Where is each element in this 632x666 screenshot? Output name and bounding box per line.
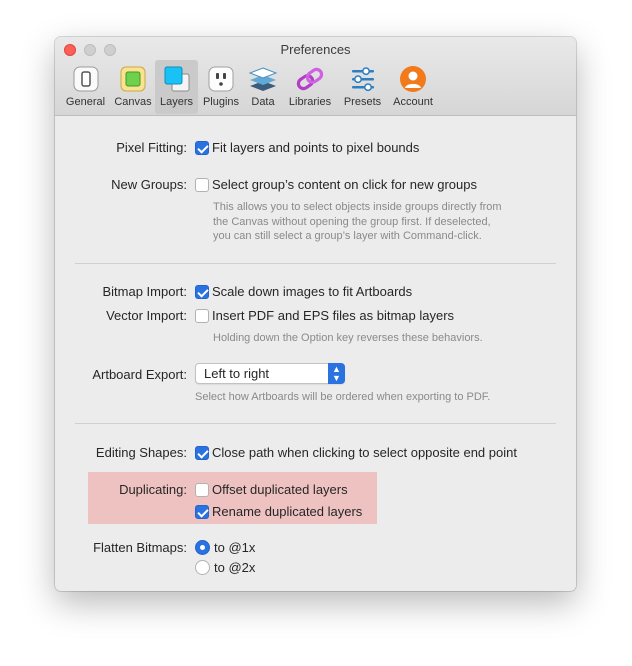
data-stack-icon xyxy=(248,64,278,94)
tab-layers[interactable]: Layers xyxy=(155,60,198,114)
tab-presets-label: Presets xyxy=(343,96,382,108)
pixel-fitting-label: Pixel Fitting: xyxy=(116,140,187,155)
new-groups-option[interactable]: Select group’s content on click for new … xyxy=(212,177,477,192)
tab-account-label: Account xyxy=(393,96,433,108)
flatten-2x-option[interactable]: to @2x xyxy=(214,560,255,575)
plug-icon xyxy=(206,64,236,94)
flatten-bitmaps-label: Flatten Bitmaps: xyxy=(93,540,187,555)
layers-preferences-pane: Pixel Fitting: Fit layers and points to … xyxy=(55,117,576,591)
new-groups-help-line-3: you can still select a group’s layer wit… xyxy=(213,230,482,242)
canvas-icon xyxy=(118,64,148,94)
section-divider xyxy=(75,263,556,264)
duplicating-label: Duplicating: xyxy=(119,482,187,497)
vector-import-help: Holding down the Option key reverses the… xyxy=(213,332,483,344)
window-title: Preferences xyxy=(280,42,351,57)
title-bar: Preferences General Canvas Layers Plugin… xyxy=(55,37,576,116)
tab-general-label: General xyxy=(65,96,106,108)
offset-duplicated-checkbox[interactable] xyxy=(195,483,209,497)
bitmap-import-label: Bitmap Import: xyxy=(102,284,187,299)
artboard-export-value: Left to right xyxy=(204,366,270,381)
editing-shapes-option[interactable]: Close path when clicking to select oppos… xyxy=(212,445,517,460)
preferences-window: Preferences General Canvas Layers Plugin… xyxy=(55,37,576,591)
flatten-1x-radio[interactable] xyxy=(195,540,210,555)
bitmap-import-option[interactable]: Scale down images to fit Artboards xyxy=(212,284,412,299)
tab-data-label: Data xyxy=(251,96,275,108)
preferences-toolbar: General Canvas Layers Plugins Data Libra… xyxy=(60,60,439,114)
vector-import-label: Vector Import: xyxy=(106,308,187,323)
new-groups-label: New Groups: xyxy=(111,177,187,192)
tab-libraries[interactable]: Libraries xyxy=(282,60,338,114)
artboard-export-popup[interactable]: Left to right ▲ ▼ xyxy=(195,363,345,384)
libraries-icon xyxy=(295,64,325,94)
vector-import-option[interactable]: Insert PDF and EPS files as bitmap layer… xyxy=(212,308,454,323)
editing-shapes-label: Editing Shapes: xyxy=(95,445,187,460)
tab-data[interactable]: Data xyxy=(244,60,282,114)
offset-duplicated-option[interactable]: Offset duplicated layers xyxy=(212,482,348,497)
tab-canvas[interactable]: Canvas xyxy=(111,60,155,114)
sliders-icon xyxy=(348,64,378,94)
phone-icon xyxy=(71,64,101,94)
rename-duplicated-checkbox[interactable] xyxy=(195,505,209,519)
artboard-export-help: Select how Artboards will be ordered whe… xyxy=(195,391,491,403)
new-groups-help-line-1: This allows you to select objects inside… xyxy=(213,201,502,213)
rename-duplicated-option[interactable]: Rename duplicated layers xyxy=(212,504,362,519)
chevron-up-down-icon: ▲ ▼ xyxy=(328,363,345,384)
artboard-export-label: Artboard Export: xyxy=(92,367,187,382)
tab-general[interactable]: General xyxy=(60,60,111,114)
layers-icon xyxy=(162,64,192,94)
bitmap-import-checkbox[interactable] xyxy=(195,285,209,299)
section-divider xyxy=(75,423,556,424)
tab-libraries-label: Libraries xyxy=(288,96,332,108)
pixel-fitting-checkbox[interactable] xyxy=(195,141,209,155)
tab-layers-label: Layers xyxy=(159,96,194,108)
new-groups-checkbox[interactable] xyxy=(195,178,209,192)
account-icon xyxy=(398,64,428,94)
tab-canvas-label: Canvas xyxy=(114,96,152,108)
vector-import-checkbox[interactable] xyxy=(195,309,209,323)
tab-account[interactable]: Account xyxy=(387,60,439,114)
tab-plugins[interactable]: Plugins xyxy=(198,60,244,114)
pixel-fitting-option[interactable]: Fit layers and points to pixel bounds xyxy=(212,140,419,155)
flatten-1x-option[interactable]: to @1x xyxy=(214,540,255,555)
tab-presets[interactable]: Presets xyxy=(338,60,387,114)
editing-shapes-checkbox[interactable] xyxy=(195,446,209,460)
tab-plugins-label: Plugins xyxy=(202,96,240,108)
flatten-2x-radio[interactable] xyxy=(195,560,210,575)
new-groups-help-line-2: the Canvas without opening the group fir… xyxy=(213,215,491,228)
